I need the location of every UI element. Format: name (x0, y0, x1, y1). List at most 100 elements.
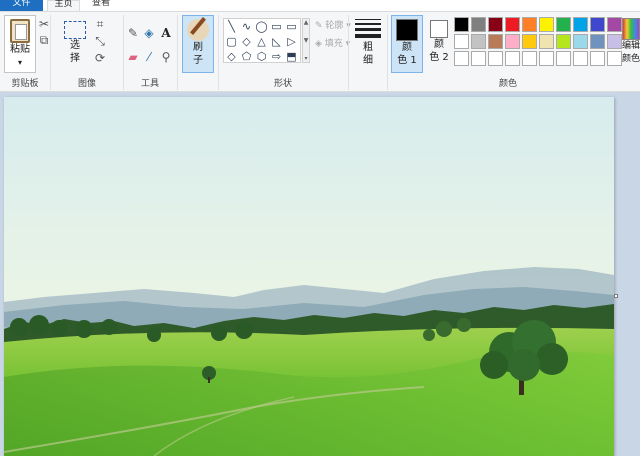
image-group-label: 图像 (77, 79, 96, 89)
color-swatch[interactable] (539, 51, 554, 66)
tab-home[interactable]: 主页 (47, 0, 80, 11)
color-swatch[interactable] (590, 34, 605, 49)
shape-item[interactable]: ◇ (224, 49, 239, 64)
shape-item[interactable]: ◺ (269, 34, 284, 49)
tools-group-label: 工具 (140, 79, 159, 89)
edit-colors-label: 编辑 颜色 (621, 41, 640, 64)
shape-item[interactable]: ▢ (224, 34, 239, 49)
copy-icon[interactable]: ⧉ (37, 33, 51, 47)
color-swatch[interactable] (573, 17, 588, 32)
crop-icon[interactable]: ⌗ (93, 17, 107, 31)
paste-label: 粘贴 (10, 44, 30, 55)
color-palette (454, 17, 622, 66)
shape-item[interactable]: ▷ (284, 34, 299, 49)
paste-icon (10, 19, 30, 43)
color-swatch[interactable] (590, 17, 605, 32)
color-swatch[interactable] (556, 17, 571, 32)
drawing-canvas[interactable] (4, 97, 614, 456)
color-swatch[interactable] (573, 34, 588, 49)
scroll-up-icon[interactable]: ▲ (304, 19, 309, 26)
tools-group: ✎ ◈ A ▰ ⁄ ⚲ 工具 (124, 12, 176, 92)
color-swatch[interactable] (522, 34, 537, 49)
colors-group: 颜 色 1 颜 色 2 编辑 颜色 颜色 (388, 12, 640, 92)
color-swatch[interactable] (522, 17, 537, 32)
color-swatch[interactable] (488, 34, 503, 49)
shape-item[interactable]: ▭ (269, 19, 284, 34)
colors-group-label: 颜色 (498, 79, 517, 89)
color-swatch[interactable] (454, 17, 469, 32)
text-icon[interactable]: A (159, 26, 173, 40)
color-swatch[interactable] (539, 34, 554, 49)
color-swatch[interactable] (556, 51, 571, 66)
shape-item[interactable]: ⬠ (239, 49, 254, 64)
magnifier-icon[interactable]: ⚲ (159, 50, 173, 64)
brushes-button[interactable]: 刷 子 (182, 15, 214, 73)
shape-item[interactable]: ∿ (239, 19, 254, 34)
color2-label: 颜 色 2 (429, 39, 449, 63)
color-swatch[interactable] (505, 51, 520, 66)
color-swatch[interactable] (471, 51, 486, 66)
select-button[interactable]: 选 择 (61, 15, 89, 73)
shape-item[interactable]: ⬒ (284, 49, 299, 64)
tab-view[interactable]: 查看 (84, 0, 118, 11)
color-swatch[interactable] (522, 51, 537, 66)
color-swatch[interactable] (505, 17, 520, 32)
shape-item[interactable]: ⬡ (254, 49, 269, 64)
fill-icon[interactable]: ◈ (142, 26, 156, 40)
shape-item[interactable]: ◇ (239, 34, 254, 49)
color2-button[interactable]: 颜 色 2 (425, 15, 453, 73)
shapes-group: ╲∿◯▭▭▢◇△◺▷◇⬠⬡⇨⬒ ▲ ▼ ▾ ✎ 轮廓 ▾ ◈ 填充 ▾ 形状 (218, 12, 351, 92)
canvas-resize-handle[interactable] (614, 294, 618, 298)
shape-item[interactable]: △ (254, 34, 269, 49)
color1-button[interactable]: 颜 色 1 (391, 15, 423, 73)
color-swatch[interactable] (505, 34, 520, 49)
brush-icon (187, 19, 209, 41)
size-lines-icon (355, 19, 381, 41)
workspace (0, 93, 640, 456)
single-tree-trunk (208, 377, 210, 383)
scroll-down-icon[interactable]: ▼ (304, 37, 309, 44)
color-swatch[interactable] (573, 51, 588, 66)
shape-item[interactable]: ⇨ (269, 49, 284, 64)
color-swatch[interactable] (471, 17, 486, 32)
ribbon: 粘贴 ▾ ✂ ⧉ 剪贴板 选 择 ⌗ ⤡ ⟳ 图像 ✎ ◈ A ▰ ⁄ ⚲ 工具… (0, 11, 640, 92)
color-swatch[interactable] (488, 17, 503, 32)
shape-item[interactable]: ▭ (284, 19, 299, 34)
shape-gallery: ╲ ∿ ◯ ▭ ▭ ▢ ◇ △ ◺ ▷ ◇ ⬠ ⬡ ⇨ ⬒ (223, 18, 301, 63)
color-picker-icon[interactable]: ⁄ (142, 50, 156, 64)
color2-swatch (430, 20, 448, 38)
color1-swatch (396, 19, 418, 41)
edit-colors-icon (622, 18, 640, 40)
shape-item[interactable]: ╲ (224, 19, 239, 34)
cut-icon[interactable]: ✂ (37, 17, 51, 31)
size-label: 粗 细 (363, 42, 373, 66)
landscape-image (4, 97, 614, 456)
outline-label: 轮廓 (325, 21, 344, 31)
color-swatch[interactable] (454, 51, 469, 66)
color-swatch[interactable] (454, 34, 469, 49)
separator (177, 15, 178, 90)
color-swatch[interactable] (539, 17, 554, 32)
resize-icon[interactable]: ⤡ (93, 34, 107, 48)
tab-file[interactable]: 文件 (0, 0, 43, 11)
rotate-icon[interactable]: ⟳ (93, 51, 107, 65)
pencil-icon[interactable]: ✎ (126, 26, 140, 40)
color-swatch[interactable] (556, 34, 571, 49)
expand-gallery-icon[interactable]: ▾ (304, 55, 307, 62)
paste-button[interactable]: 粘贴 ▾ (4, 15, 36, 73)
fill-button[interactable]: ◈ 填充 ▾ (315, 36, 350, 49)
fill-label: 填充 (324, 39, 343, 49)
shape-gallery-scroll[interactable]: ▲ ▼ ▾ (302, 18, 310, 63)
size-button[interactable]: 粗 细 (352, 15, 384, 73)
clipboard-group: 粘贴 ▾ ✂ ⧉ 剪贴板 (0, 12, 50, 92)
shape-fill-icon: ◈ (315, 39, 322, 49)
eraser-icon[interactable]: ▰ (126, 50, 140, 64)
shape-item[interactable]: ◯ (254, 19, 269, 34)
color-swatch[interactable] (488, 51, 503, 66)
brushes-group: 刷 子 (180, 12, 217, 92)
select-label: 选 择 (70, 40, 80, 64)
outline-button[interactable]: ✎ 轮廓 ▾ (315, 18, 351, 31)
color-swatch[interactable] (590, 51, 605, 66)
edit-colors-button[interactable]: 编辑 颜色 (620, 15, 640, 73)
color-swatch[interactable] (471, 34, 486, 49)
